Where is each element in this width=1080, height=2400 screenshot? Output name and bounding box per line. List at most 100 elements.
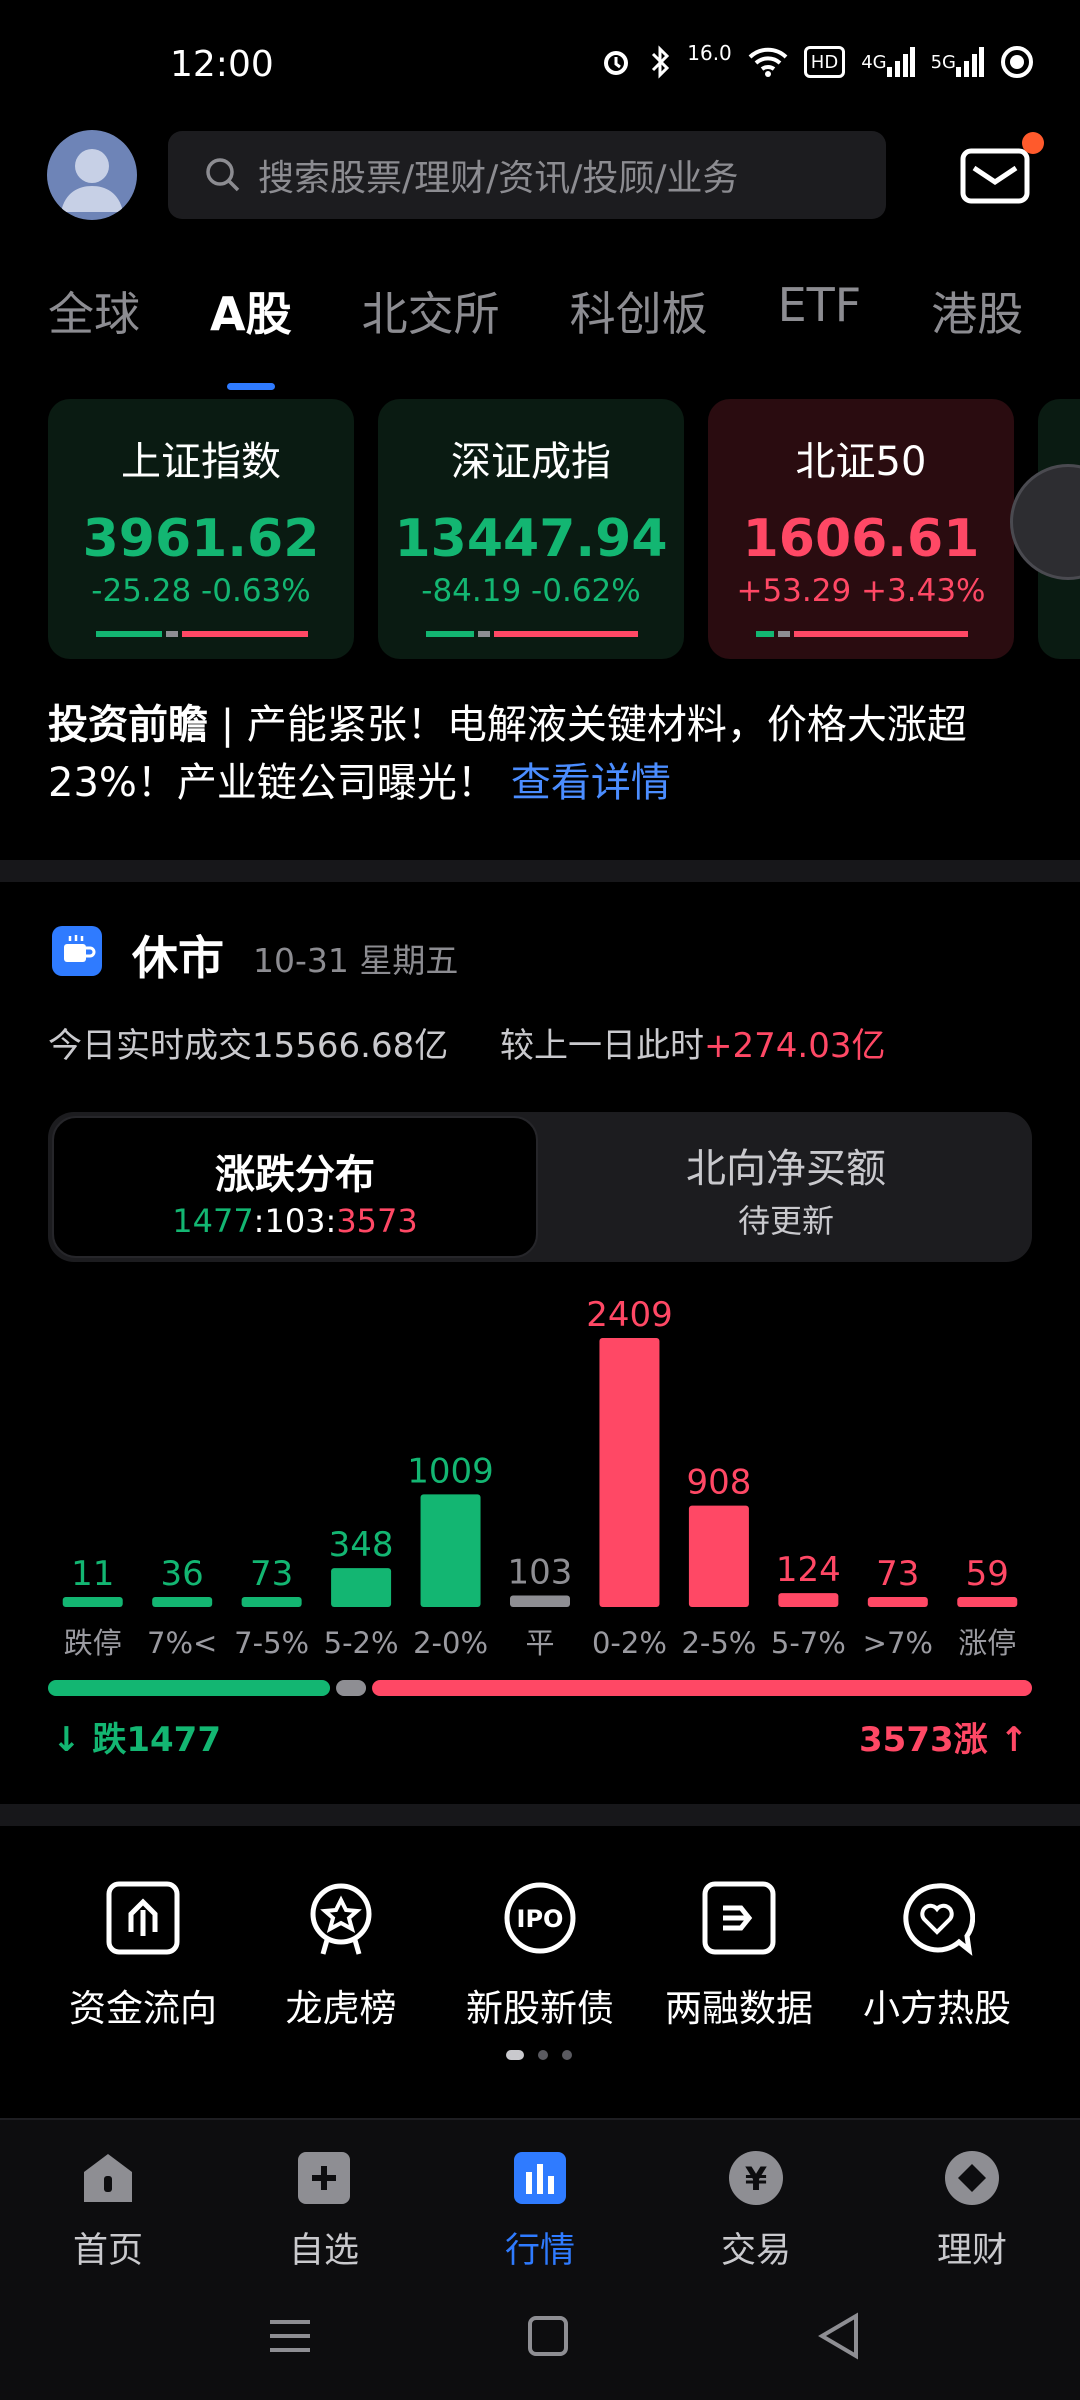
down-arrow-icon: ↓: [52, 1720, 81, 1760]
compare-label: 较上一日此时: [500, 1026, 704, 1066]
chart-bar: [331, 1568, 392, 1607]
index-card-bse50[interactable]: 北证50 1606.61 +53.29 +3.43%: [708, 399, 1014, 659]
chart-bar: [62, 1597, 123, 1607]
nav-market[interactable]: 行情: [460, 2138, 620, 2273]
wifi-icon: [748, 44, 788, 80]
index-card-szse[interactable]: 深证成指 13447.94 -84.19 -0.62%: [378, 399, 684, 659]
shortcut-label: 新股新债: [466, 1987, 614, 2030]
down-total: ↓ 跌1477: [52, 1720, 221, 1760]
nav-trade[interactable]: ¥ 交易: [676, 2138, 836, 2273]
search-icon: [206, 158, 240, 192]
dragon-tiger-icon: [310, 1883, 372, 1955]
system-navigation: [270, 2312, 858, 2360]
floating-search-button[interactable]: [1010, 464, 1080, 580]
fund-flow-icon: [106, 1881, 180, 1955]
chart-category-label: 2-0%: [413, 1626, 488, 1660]
index-card-sse[interactable]: 上证指数 3961.62 -25.28 -0.63%: [48, 399, 354, 659]
svg-text:¥: ¥: [745, 2160, 767, 2198]
section-divider: [0, 860, 1080, 882]
index-sparkbar: [426, 631, 638, 637]
nav-wealth[interactable]: 理财: [892, 2138, 1052, 2273]
chart-category-label: 7%<: [147, 1626, 217, 1660]
ipo-icon: IPO: [504, 1882, 576, 1954]
chart-data-label: 73: [250, 1554, 293, 1594]
tab-etf[interactable]: ETF: [778, 278, 862, 368]
wealth-icon: [945, 2151, 999, 2205]
signal-4g: 4G: [861, 44, 915, 80]
ratio-bar: [48, 1680, 1032, 1696]
chart-category-label: 7-5%: [234, 1626, 309, 1660]
hot-stock-icon: [903, 1883, 976, 1956]
index-change: -25.28 -0.63%: [91, 573, 311, 609]
svg-text:IPO: IPO: [517, 1905, 564, 1933]
back-icon[interactable]: [818, 2312, 858, 2360]
news-link[interactable]: 查看详情: [511, 760, 671, 806]
market-status: 休市: [132, 931, 224, 985]
search-input[interactable]: 搜索股票/理财/资讯/投顾/业务: [258, 149, 739, 201]
signal-5g: 5G: [931, 44, 984, 80]
chart-data-label: 348: [329, 1525, 394, 1565]
chart-data-label: 2409: [586, 1295, 673, 1335]
segment-distribution[interactable]: 涨跌分布 1477:103:3573: [52, 1116, 538, 1258]
chart-data-label: 124: [776, 1550, 841, 1590]
compare-value: +274.03亿: [704, 1026, 886, 1066]
index-sparkbar: [756, 631, 968, 637]
avatar[interactable]: [47, 130, 137, 220]
shortcut-hot-stock[interactable]: 小方热股: [837, 1880, 1037, 2032]
status-time: 12:00: [170, 44, 274, 85]
index-value: 13447.94: [394, 509, 668, 569]
alarm-icon: [599, 44, 633, 80]
shortcut-label: 龙虎榜: [285, 1987, 397, 2030]
menu-icon[interactable]: [270, 2320, 310, 2352]
bluetooth-icon: [649, 44, 671, 80]
chart-data-label: 1009: [407, 1451, 494, 1491]
up-arrow-icon: ↑: [999, 1720, 1029, 1760]
tab-star-market[interactable]: 科创板: [570, 278, 708, 368]
battery-icon: [1000, 44, 1034, 80]
distribution-chart: 11 跌停 36 7%< 73 7-5% 348 5-2% 1009 2-0% 103 平 2409 0-…: [62, 1295, 1018, 1660]
segment-northbound[interactable]: 北向净买额 待更新: [540, 1112, 1032, 1262]
network-speed: 16.0: [687, 41, 732, 65]
chart-bar: [599, 1338, 660, 1607]
tab-global[interactable]: 全球: [48, 278, 140, 368]
shortcut-label: 两融数据: [665, 1987, 813, 2030]
index-change: -84.19 -0.62%: [421, 573, 641, 609]
chart-bar: [867, 1597, 928, 1607]
market-tabs: 全球 A股 北交所 科创板 ETF 港股: [48, 278, 1080, 390]
index-value: 3961.62: [82, 509, 320, 569]
ratio-up: [372, 1680, 1032, 1696]
shortcut-dragon-tiger[interactable]: 龙虎榜: [241, 1880, 441, 2032]
hd-badge: HD: [803, 46, 846, 78]
section-divider: [0, 1804, 1080, 1826]
index-name: 上证指数: [121, 439, 281, 485]
tab-bse[interactable]: 北交所: [362, 278, 500, 368]
chart-category-label: >7%: [863, 1626, 933, 1660]
margin-data-icon: [702, 1881, 776, 1955]
mail-icon[interactable]: [960, 148, 1030, 204]
chart-category-label: 涨停: [958, 1626, 1016, 1660]
status-icons: 16.0 HD 4G 5G: [599, 41, 1034, 80]
shortcut-margin-data[interactable]: 两融数据: [639, 1880, 839, 2032]
shortcut-ipo[interactable]: IPO 新股新债: [440, 1880, 640, 2032]
chart-bar: [152, 1597, 213, 1607]
nav-home[interactable]: 首页: [28, 2138, 188, 2273]
nav-watchlist[interactable]: 自选: [244, 2138, 404, 2273]
chart-category-label: 5-7%: [771, 1626, 846, 1660]
watchlist-icon: [298, 2152, 350, 2204]
market-closed-icon: [52, 926, 102, 976]
chart-data-label: 103: [508, 1552, 573, 1592]
news-ticker[interactable]: 投资前瞻 | 产能紧张！电解液关键材料，价格大涨超23%！产业链公司曝光！ 查看详…: [48, 696, 1038, 812]
segment-title: 涨跌分布: [215, 1152, 375, 1198]
up-total: 3573涨 ↑: [859, 1720, 1029, 1760]
index-name: 深证成指: [451, 439, 611, 485]
chart-category-label: 0-2%: [592, 1626, 667, 1660]
home-button-icon[interactable]: [528, 2316, 568, 2356]
turnover-label: 今日实时成交15566.68亿: [48, 1026, 449, 1066]
tab-hk[interactable]: 港股: [931, 278, 1023, 368]
shortcut-label: 小方热股: [863, 1987, 1011, 2030]
search-bar[interactable]: 搜索股票/理财/资讯/投顾/业务: [168, 131, 886, 219]
chart-category-label: 平: [525, 1626, 554, 1660]
tab-a-shares[interactable]: A股: [210, 278, 292, 390]
chart-category-label: 5-2%: [324, 1626, 399, 1660]
shortcut-fund-flow[interactable]: 资金流向: [43, 1880, 243, 2032]
